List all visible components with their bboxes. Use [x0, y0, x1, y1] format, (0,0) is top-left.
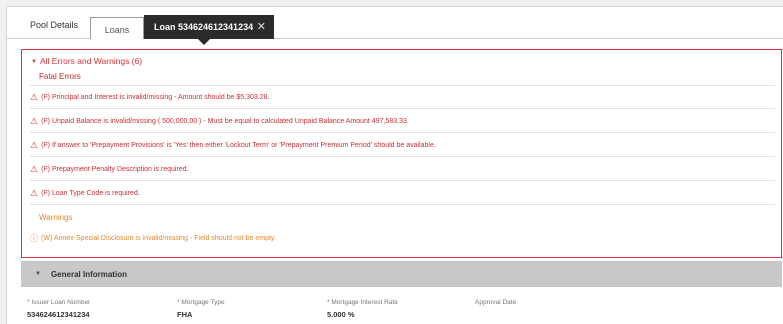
warning-text: (W) Annex-Special Disclosure is invalid/… [41, 234, 276, 242]
warning-triangle-icon: ⚠ [30, 140, 39, 150]
chevron-down-icon: ▼ [35, 271, 41, 277]
errors-warnings-header: All Errors and Warnings (6) [39, 56, 143, 66]
warnings-title: Warnings [39, 213, 73, 222]
active-tab-pointer [198, 39, 210, 45]
field-issuer-loan-number: * Issuer Loan Number 534624612341234 [27, 299, 90, 319]
field-mortgage-type: * Mortgage Type FHA [177, 299, 225, 319]
general-information-toggle[interactable]: ▼ General Information [21, 261, 782, 287]
fatal-error-text: (F) Prepayment Penalty Description is re… [41, 166, 189, 173]
tab-pool-details[interactable]: Pool Details [21, 14, 87, 36]
errors-warnings-panel: ▼ All Errors and Warnings (6) Fatal Error… [21, 49, 782, 258]
field-label: * Mortgage Type [177, 299, 225, 306]
field-label: Approval Date [475, 299, 517, 306]
warning-row: ⓘ (W) Annex-Special Disclosure is invali… [30, 227, 775, 249]
warning-triangle-icon: ⚠ [30, 164, 39, 174]
general-information-title: General Information [50, 269, 127, 279]
warning-triangle-icon: ⚠ [30, 92, 39, 102]
field-value: FHA [177, 310, 193, 319]
tab-loan-active[interactable]: Loan 534624612341234 ✕ [144, 15, 274, 39]
tab-loans[interactable]: Loans [90, 17, 144, 39]
field-value: 534624612341234 [27, 310, 90, 319]
field-label: * Mortgage Interest Rate [327, 299, 398, 306]
chevron-down-icon: ▼ [31, 59, 37, 65]
field-approval-date: Approval Date [475, 299, 516, 310]
close-icon[interactable]: ✕ [257, 20, 266, 33]
fatal-error-row: ⚠ (F) Loan Type Code is required. [30, 183, 775, 205]
fatal-error-text: (F) Principal and Interest is invalid/mi… [41, 94, 270, 101]
fatal-error-text: (F) Loan Type Code is required. [41, 190, 140, 197]
divider [30, 85, 775, 86]
fatal-error-row: ⚠ (F) Prepayment Penalty Description is … [30, 159, 775, 181]
tab-loan-label: Loan 534624612341234 [154, 22, 254, 32]
field-value: 5.000 % [327, 310, 355, 319]
errors-warnings-toggle[interactable]: ▼ All Errors and Warnings (6) [31, 56, 142, 66]
fatal-error-row: ⚠ (F) Principal and Interest is invalid/… [30, 87, 775, 109]
fatal-error-text: (F) If answer to 'Prepayment Provisions'… [41, 142, 436, 149]
fatal-error-row: ⚠ (F) If answer to 'Prepayment Provision… [30, 135, 775, 157]
fatal-error-row: ⚠ (F) Unpaid Balance is invalid/missing … [30, 111, 775, 133]
warning-triangle-icon: ⚠ [30, 116, 39, 126]
field-label: * Issuer Loan Number [27, 299, 91, 306]
tab-bar: Pool Details Loans Loan 534624612341234 … [7, 7, 783, 39]
fatal-error-text: (F) Unpaid Balance is invalid/missing ( … [41, 118, 409, 125]
warning-triangle-icon: ⚠ [30, 188, 39, 198]
field-mortgage-interest-rate: * Mortgage Interest Rate 5.000 % [327, 299, 398, 319]
loan-detail-panel: Pool Details Loans Loan 534624612341234 … [6, 6, 783, 324]
fatal-errors-title: Fatal Errors [39, 72, 81, 81]
info-circle-icon: ⓘ [30, 233, 38, 243]
